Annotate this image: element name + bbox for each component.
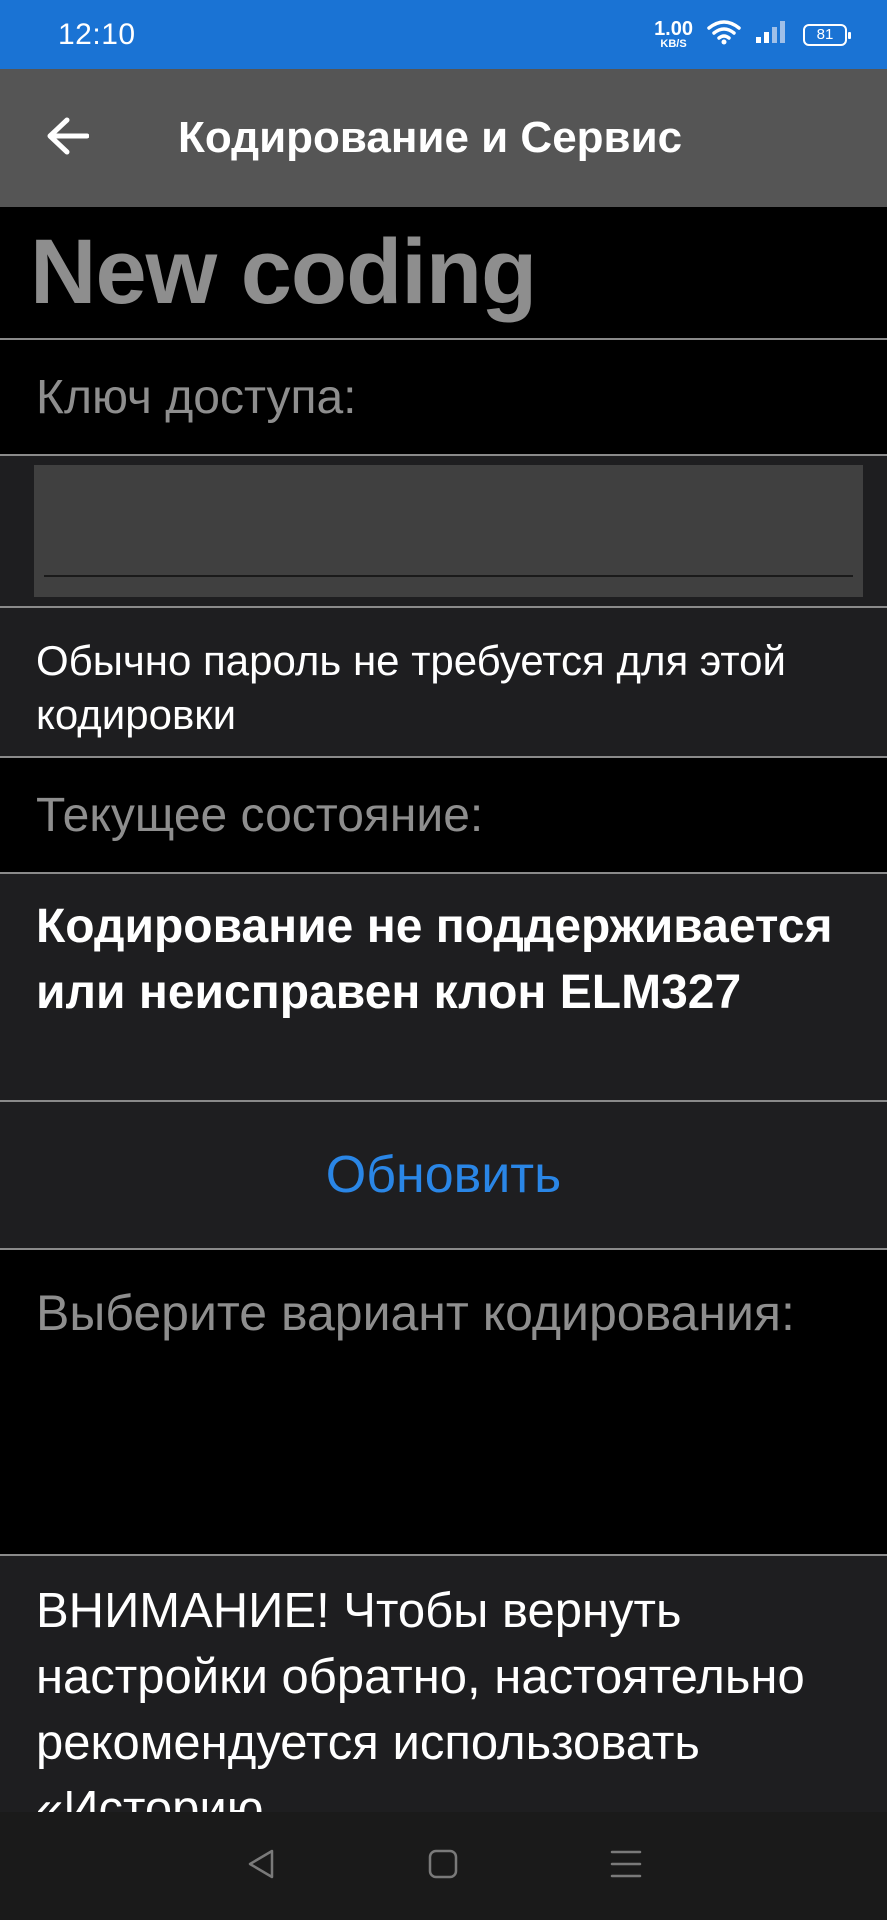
network-speed-unit: KB/S [660,38,687,50]
status-time: 12:10 [58,17,136,51]
status-bar: 12:10 1.00 KB/S 81 [0,0,887,69]
battery-level: 81 [816,26,834,43]
password-hint: Обычно пароль не требуется для этой коди… [0,608,887,756]
navigation-bar [0,1812,887,1920]
status-icons: 1.00 KB/S 81 [654,19,851,50]
select-variant-label: Выберите вариант кодирования: [0,1250,887,1554]
back-button[interactable] [22,93,112,183]
content: New coding Ключ доступа: Обычно пароль н… [0,207,887,1816]
network-speed: 1.00 KB/S [654,19,693,50]
access-key-row [0,456,887,606]
wifi-icon [707,19,741,50]
arrow-left-icon [45,116,90,161]
nav-back-button[interactable] [231,1836,291,1896]
access-key-label: Ключ доступа: [0,340,887,454]
page-heading: New coding [30,221,537,323]
current-state-value: Кодирование не поддерживается или неиспр… [0,874,887,1100]
battery-icon: 81 [803,23,851,46]
warning-text: ВНИМАНИЕ! Чтобы вернуть настройки обратн… [0,1556,887,1816]
input-underline [44,575,853,577]
square-home-icon [427,1848,459,1885]
access-key-input[interactable] [34,465,863,597]
triangle-back-icon [244,1847,278,1886]
page-heading-row: New coding [0,207,887,338]
signal-icon [755,20,789,49]
current-state-label: Текущее состояние: [0,758,887,872]
app-bar: Кодирование и Сервис [0,69,887,207]
network-speed-value: 1.00 [654,18,693,40]
screen: 12:10 1.00 KB/S 81 Кодирование и Сервис … [0,0,887,1920]
nav-home-button[interactable] [413,1836,473,1896]
access-key-field-box [34,465,863,597]
refresh-button[interactable]: Обновить [0,1102,887,1248]
menu-lines-icon [609,1848,643,1885]
nav-menu-button[interactable] [596,1836,656,1896]
app-title: Кодирование и Сервис [178,113,683,162]
